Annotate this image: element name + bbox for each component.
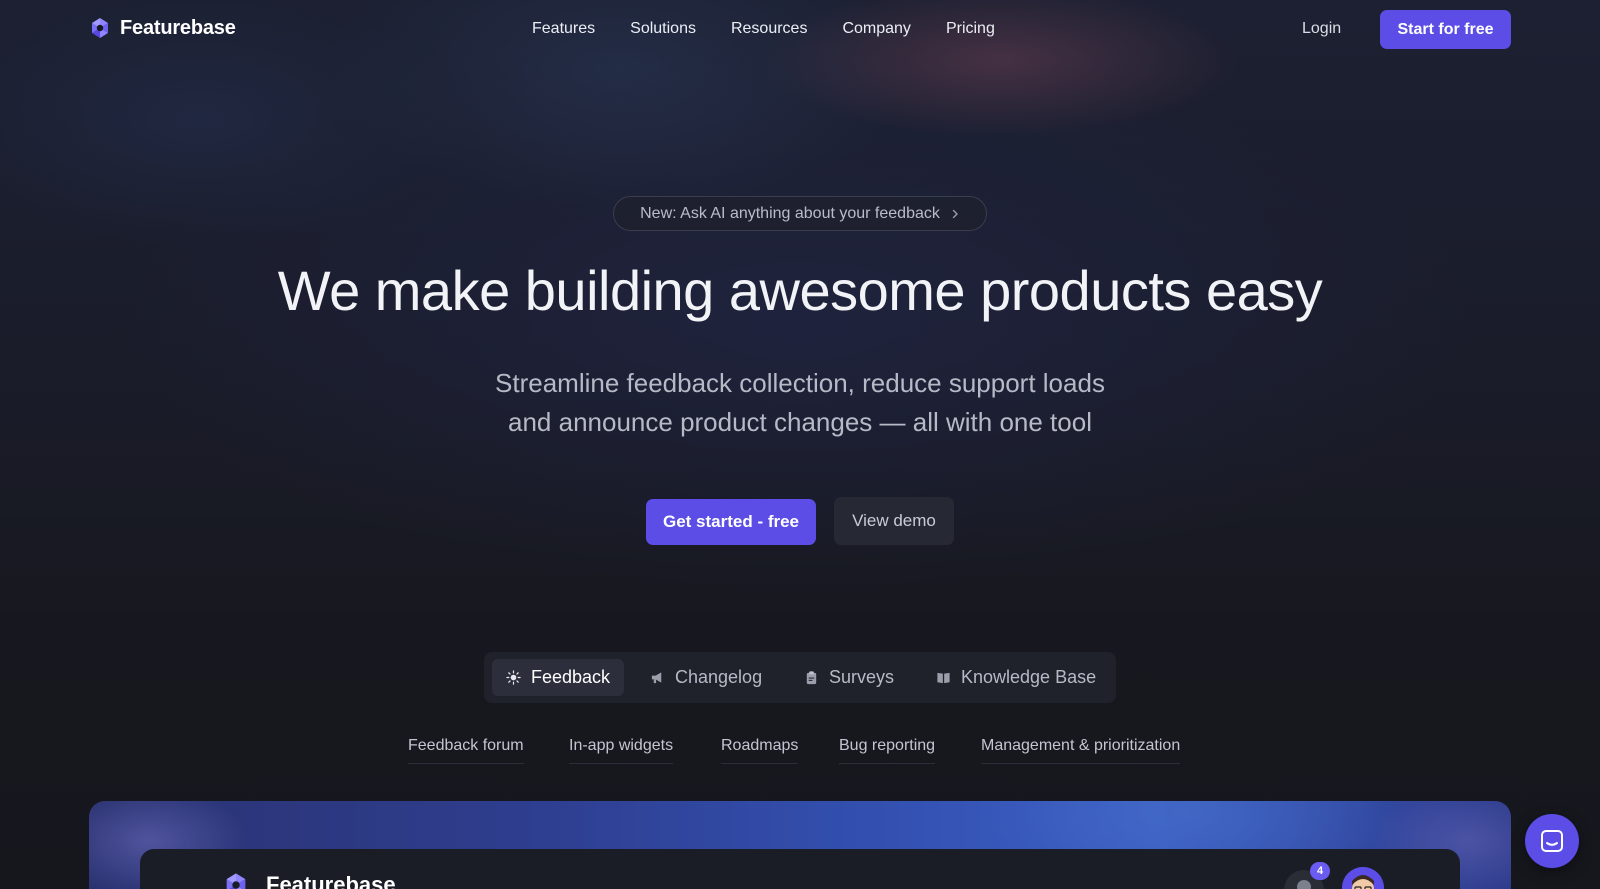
chat-icon bbox=[1541, 830, 1563, 852]
subhead-line-1: Streamline feedback collection, reduce s… bbox=[495, 368, 1105, 398]
tab-label: Changelog bbox=[675, 667, 763, 687]
tab-changelog[interactable]: Changelog bbox=[636, 659, 776, 696]
nav-link-resources[interactable]: Resources bbox=[731, 20, 807, 38]
subtab-roadmaps[interactable]: Roadmaps bbox=[721, 737, 799, 764]
subtab-bug-reporting[interactable]: Bug reporting bbox=[839, 737, 936, 764]
announcement-pill[interactable]: New: Ask AI anything about your feedback bbox=[613, 196, 987, 231]
subtab-feedback-forum[interactable]: Feedback forum bbox=[408, 737, 524, 764]
tab-feedback[interactable]: Feedback bbox=[492, 659, 625, 696]
bell-glyph bbox=[1297, 880, 1311, 889]
tab-knowledge-base[interactable]: Knowledge Base bbox=[922, 659, 1110, 696]
feature-subtabs: Feedback forum In-app widgets Roadmaps B… bbox=[0, 737, 1600, 767]
product-tabs: Feedback Changelog Surveys Knowledge Bas… bbox=[484, 652, 1116, 703]
tab-label: Feedback bbox=[531, 667, 611, 687]
chevron-right-icon bbox=[952, 209, 958, 218]
login-link[interactable]: Login bbox=[1302, 20, 1341, 38]
nav-links: Features Solutions Resources Company Pri… bbox=[532, 20, 995, 38]
preview-brand-name: Featurebase bbox=[266, 872, 396, 889]
hero-headline: We make building awesome products easy bbox=[277, 259, 1323, 322]
tab-surveys[interactable]: Surveys bbox=[790, 659, 908, 696]
lightbulb-icon bbox=[506, 670, 521, 685]
featurebase-logo-icon bbox=[226, 873, 246, 889]
subtab-management-prioritization[interactable]: Management & prioritization bbox=[981, 737, 1181, 764]
brand[interactable]: Featurebase bbox=[88, 16, 236, 40]
top-navigation: Featurebase Features Solutions Resources… bbox=[0, 0, 1600, 60]
subhead-line-2: and announce product changes — all with … bbox=[508, 407, 1092, 437]
featurebase-logo-icon bbox=[92, 18, 108, 38]
tab-label: Knowledge Base bbox=[961, 667, 1097, 687]
chat-launcher-button[interactable] bbox=[1525, 814, 1579, 868]
nav-link-company[interactable]: Company bbox=[842, 20, 910, 38]
notification-count-badge: 4 bbox=[1310, 862, 1330, 880]
view-demo-button[interactable]: View demo bbox=[834, 497, 954, 545]
brand-name: Featurebase bbox=[120, 16, 236, 39]
book-icon bbox=[937, 672, 950, 684]
get-started-button[interactable]: Get started - free bbox=[646, 499, 816, 545]
announcement-text: New: Ask AI anything about your feedback bbox=[640, 204, 940, 222]
clipboard-icon bbox=[806, 671, 817, 685]
megaphone-icon bbox=[651, 672, 662, 684]
hero-subheadline: Streamline feedback collection, reduce s… bbox=[400, 364, 1200, 442]
nav-link-solutions[interactable]: Solutions bbox=[630, 20, 696, 38]
nav-link-features[interactable]: Features bbox=[532, 20, 595, 38]
start-for-free-button[interactable]: Start for free bbox=[1380, 10, 1511, 49]
nav-link-pricing[interactable]: Pricing bbox=[946, 20, 995, 38]
subtab-in-app-widgets[interactable]: In-app widgets bbox=[569, 737, 674, 764]
tab-label: Surveys bbox=[829, 667, 895, 687]
